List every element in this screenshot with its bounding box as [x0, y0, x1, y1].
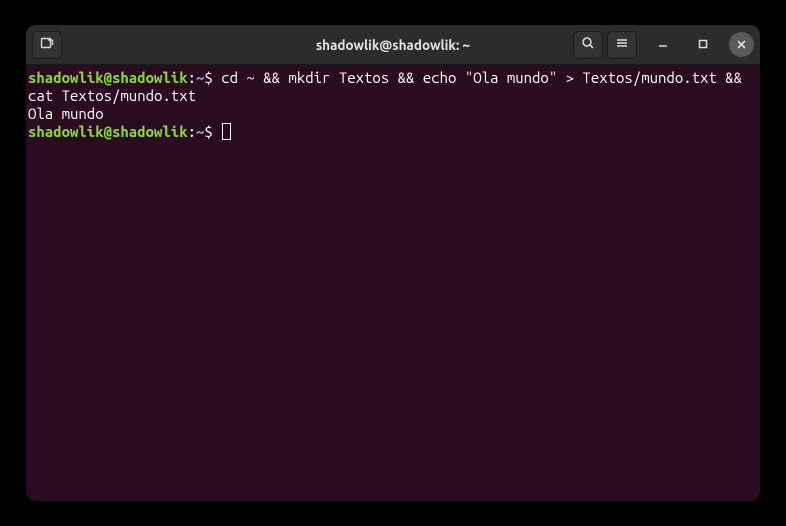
- close-button[interactable]: [729, 32, 754, 57]
- hamburger-menu-icon: [614, 35, 630, 55]
- titlebar-left: [32, 31, 62, 59]
- cursor: [222, 123, 231, 140]
- menu-button[interactable]: [607, 31, 637, 59]
- prompt-user-host: shadowlik@shadowlik: [28, 69, 188, 86]
- new-tab-button[interactable]: [32, 31, 62, 59]
- prompt-dollar: $: [204, 69, 221, 86]
- prompt-colon: :: [188, 69, 196, 86]
- minimize-icon: [657, 36, 669, 54]
- titlebar-right: [573, 31, 754, 59]
- terminal-window: shadowlik@shadowlik: ~: [26, 25, 760, 501]
- terminal-line-1: shadowlik@shadowlik:~$ cd ~ && mkdir Tex…: [28, 69, 758, 105]
- prompt-dollar: $: [204, 123, 221, 140]
- prompt-colon: :: [188, 123, 196, 140]
- minimize-button[interactable]: [649, 31, 677, 59]
- terminal-line-2: shadowlik@shadowlik:~$: [28, 123, 758, 141]
- maximize-button[interactable]: [689, 31, 717, 59]
- search-button[interactable]: [573, 31, 603, 59]
- maximize-icon: [697, 36, 709, 54]
- terminal-output-1: Ola mundo: [28, 105, 758, 123]
- close-icon: [736, 36, 747, 54]
- prompt-user-host: shadowlik@shadowlik: [28, 123, 188, 140]
- new-tab-icon: [39, 35, 55, 55]
- search-icon: [580, 35, 596, 55]
- terminal-body[interactable]: shadowlik@shadowlik:~$ cd ~ && mkdir Tex…: [26, 65, 760, 501]
- titlebar: shadowlik@shadowlik: ~: [26, 25, 760, 65]
